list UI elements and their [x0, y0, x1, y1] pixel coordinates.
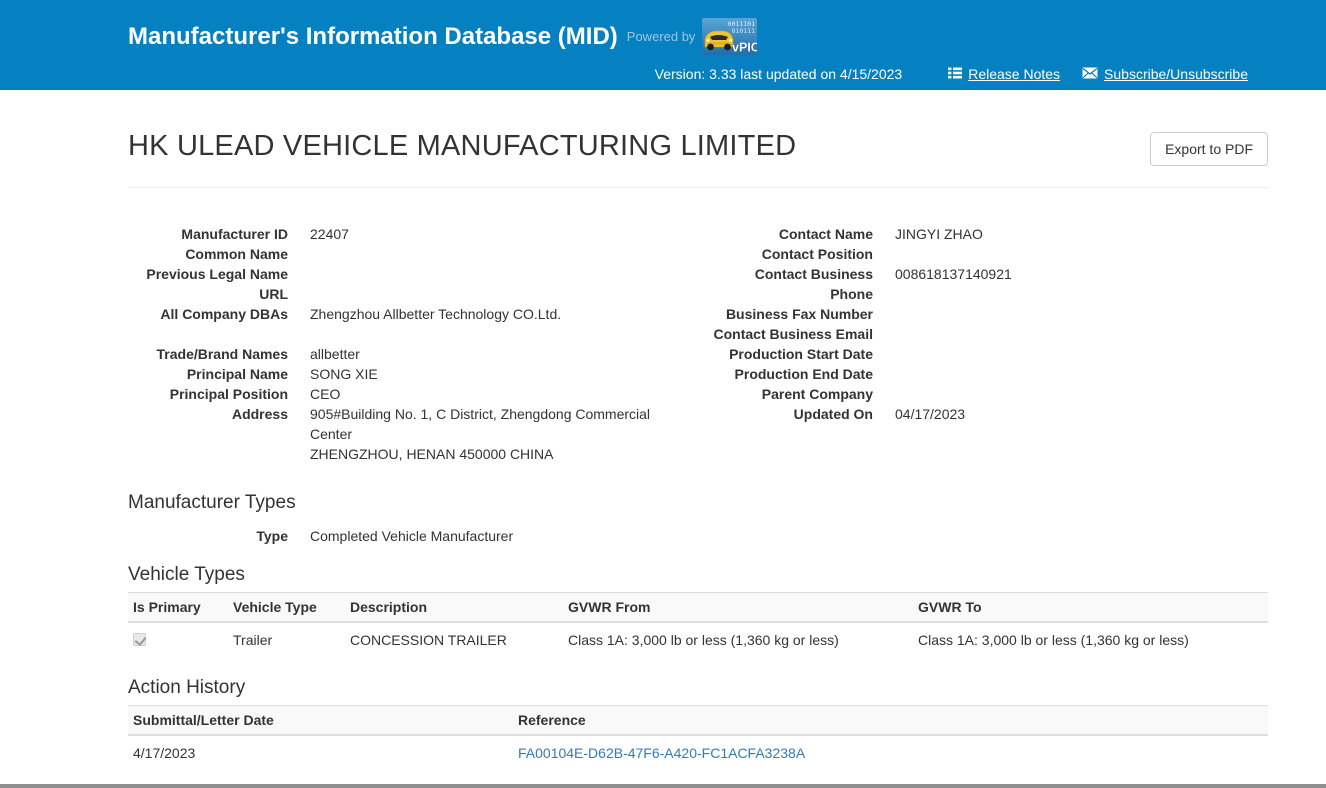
footer-strip — [0, 784, 1326, 788]
field-label: Type — [128, 526, 288, 546]
field-value: allbetter — [310, 344, 360, 364]
field-updated-on: Updated On 04/17/2023 — [713, 404, 1268, 424]
envelope-icon — [1082, 66, 1098, 82]
column-header-gvwr-to: GVWR To — [913, 593, 1268, 623]
submittal-date-cell: 4/17/2023 — [128, 735, 513, 769]
vehicle-types-heading: Vehicle Types — [128, 564, 1268, 586]
column-header-description: Description — [345, 593, 563, 623]
action-history-heading: Action History — [128, 677, 1268, 699]
column-header-reference: Reference — [513, 706, 1268, 736]
column-header-gvwr-from: GVWR From — [563, 593, 913, 623]
gvwr-from-cell: Class 1A: 3,000 lb or less (1,360 kg or … — [563, 622, 913, 657]
details-right-column: Contact Name JINGYI ZHAO Contact Positio… — [713, 224, 1268, 464]
field-value: CEO — [310, 384, 340, 404]
field-label: Trade/Brand Names — [128, 344, 288, 364]
column-spacer — [128, 324, 713, 344]
list-icon — [948, 66, 962, 82]
vehicle-types-table: Is Primary Vehicle Type Description GVWR… — [128, 592, 1268, 657]
field-label: Updated On — [713, 404, 873, 424]
field-label: Principal Position — [128, 384, 288, 404]
field-label: URL — [128, 284, 288, 304]
field-label: Principal Name — [128, 364, 288, 384]
field-contact-position: Contact Position — [713, 244, 1268, 264]
title-divider — [128, 187, 1268, 188]
field-label: Previous Legal Name — [128, 264, 288, 284]
svg-text:vPIC: vPIC — [732, 41, 757, 55]
field-label: Manufacturer ID — [128, 224, 288, 244]
subscribe-label: Subscribe/Unsubscribe — [1104, 66, 1248, 82]
field-parent-company: Parent Company — [713, 384, 1268, 404]
field-all-company-dbas: All Company DBAs Zhengzhou Allbetter Tec… — [128, 304, 713, 324]
field-production-end-date: Production End Date — [713, 364, 1268, 384]
version-text: Version: 3.33 last updated on 4/15/2023 — [655, 66, 903, 82]
field-value: SONG XIE — [310, 364, 378, 384]
field-production-start-date: Production Start Date — [713, 344, 1268, 364]
table-row: 4/17/2023 FA00104E-D62B-47F6-A420-FC1ACF… — [128, 735, 1268, 769]
field-url: URL — [128, 284, 713, 304]
field-value: 008618137140921 — [895, 264, 1012, 284]
field-common-name: Common Name — [128, 244, 713, 264]
address-line-2: ZHENGZHOU, HENAN 450000 CHINA — [310, 444, 688, 464]
field-label: Production Start Date — [713, 344, 873, 364]
field-label: Contact Business Phone — [713, 264, 873, 304]
subscribe-link[interactable]: Subscribe/Unsubscribe — [1082, 66, 1248, 82]
details-left-column: Manufacturer ID 22407 Common Name Previo… — [128, 224, 713, 464]
field-contact-name: Contact Name JINGYI ZHAO — [713, 224, 1268, 244]
app-title: Manufacturer's Information Database (MID… — [128, 23, 618, 51]
field-value: 04/17/2023 — [895, 404, 965, 424]
field-label: Contact Business Email — [713, 324, 873, 344]
field-value: JINGYI ZHAO — [895, 224, 983, 244]
field-contact-business-phone: Contact Business Phone 008618137140921 — [713, 264, 1268, 304]
field-label: Contact Position — [713, 244, 873, 264]
field-label: All Company DBAs — [128, 304, 288, 324]
field-label: Production End Date — [713, 364, 873, 384]
column-header-is-primary: Is Primary — [128, 593, 228, 623]
field-value: Completed Vehicle Manufacturer — [310, 526, 513, 546]
table-header-row: Is Primary Vehicle Type Description GVWR… — [128, 593, 1268, 623]
vehicle-type-cell: Trailer — [228, 622, 345, 657]
field-trade-brand-names: Trade/Brand Names allbetter — [128, 344, 713, 364]
column-header-vehicle-type: Vehicle Type — [228, 593, 345, 623]
field-label: Common Name — [128, 244, 288, 264]
description-cell: CONCESSION TRAILER — [345, 622, 563, 657]
export-pdf-button[interactable]: Export to PDF — [1150, 132, 1268, 166]
powered-by-label: Powered by — [627, 29, 696, 44]
field-contact-business-email: Contact Business Email — [713, 324, 1268, 344]
field-label: Address — [128, 404, 288, 424]
svg-text:010111: 010111 — [732, 27, 756, 35]
action-history-table: Submittal/Letter Date Reference 4/17/202… — [128, 705, 1268, 769]
field-label: Contact Name — [713, 224, 873, 244]
gvwr-to-cell: Class 1A: 3,000 lb or less (1,360 kg or … — [913, 622, 1268, 657]
field-label: Parent Company — [713, 384, 873, 404]
table-row: Trailer CONCESSION TRAILER Class 1A: 3,0… — [128, 622, 1268, 657]
release-notes-label: Release Notes — [968, 66, 1060, 82]
field-value: 905#Building No. 1, C District, Zhengdon… — [310, 404, 688, 464]
manufacturer-details: Manufacturer ID 22407 Common Name Previo… — [128, 224, 1268, 464]
field-business-fax-number: Business Fax Number — [713, 304, 1268, 324]
reference-link[interactable]: FA00104E-D62B-47F6-A420-FC1ACFA3238A — [518, 745, 805, 761]
vpic-logo-icon: 0011101 010111 vPIC — [702, 18, 757, 55]
manufacturer-types-heading: Manufacturer Types — [128, 492, 1268, 514]
column-header-submittal-date: Submittal/Letter Date — [128, 706, 513, 736]
release-notes-link[interactable]: Release Notes — [948, 66, 1060, 82]
app-header: Manufacturer's Information Database (MID… — [0, 0, 1326, 90]
field-manufacturer-id: Manufacturer ID 22407 — [128, 224, 713, 244]
main-content: HK ULEAD VEHICLE MANUFACTURING LIMITED E… — [128, 130, 1268, 769]
table-header-row: Submittal/Letter Date Reference — [128, 706, 1268, 736]
field-principal-position: Principal Position CEO — [128, 384, 713, 404]
field-previous-legal-name: Previous Legal Name — [128, 264, 713, 284]
field-type: Type Completed Vehicle Manufacturer — [128, 526, 1268, 546]
address-line-1: 905#Building No. 1, C District, Zhengdon… — [310, 404, 688, 444]
field-address: Address 905#Building No. 1, C District, … — [128, 404, 713, 464]
field-principal-name: Principal Name SONG XIE — [128, 364, 713, 384]
page-title: HK ULEAD VEHICLE MANUFACTURING LIMITED — [128, 130, 796, 163]
field-value: Zhengzhou Allbetter Technology CO.Ltd. — [310, 304, 561, 324]
is-primary-checkbox — [133, 633, 146, 646]
field-value: 22407 — [310, 224, 349, 244]
field-label: Business Fax Number — [713, 304, 873, 324]
